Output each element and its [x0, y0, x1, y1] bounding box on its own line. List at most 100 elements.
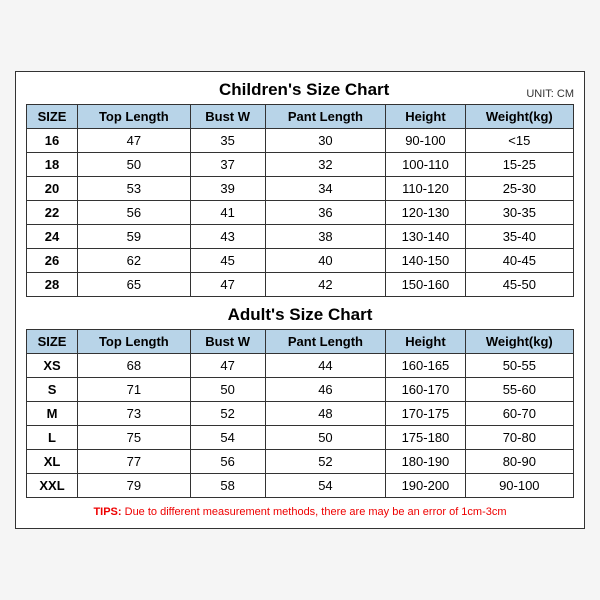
- table-cell: M: [27, 402, 78, 426]
- table-cell: 45-50: [465, 273, 573, 297]
- table-cell: 41: [190, 201, 265, 225]
- table-cell: 90-100: [386, 129, 465, 153]
- table-row: 28654742150-16045-50: [27, 273, 574, 297]
- table-cell: XS: [27, 354, 78, 378]
- children-title: Children's Size Chart: [86, 80, 522, 100]
- table-cell: S: [27, 378, 78, 402]
- adult-col-height: Height: [386, 330, 465, 354]
- table-cell: 25-30: [465, 177, 573, 201]
- adult-table-body: XS684744160-16550-55S715046160-17055-60M…: [27, 354, 574, 498]
- table-cell: 15-25: [465, 153, 573, 177]
- table-cell: 68: [78, 354, 191, 378]
- adult-col-weight: Weight(kg): [465, 330, 573, 354]
- adult-title: Adult's Size Chart: [26, 305, 574, 325]
- table-row: 22564136120-13030-35: [27, 201, 574, 225]
- table-cell: 70-80: [465, 426, 573, 450]
- table-cell: 56: [78, 201, 191, 225]
- table-cell: 35: [190, 129, 265, 153]
- tips-row: TIPS: Due to different measurement metho…: [26, 506, 574, 518]
- table-cell: 35-40: [465, 225, 573, 249]
- adult-col-top: Top Length: [78, 330, 191, 354]
- table-cell: 150-160: [386, 273, 465, 297]
- table-cell: 59: [78, 225, 191, 249]
- adult-col-size: SIZE: [27, 330, 78, 354]
- table-cell: 24: [27, 225, 78, 249]
- table-cell: 26: [27, 249, 78, 273]
- adult-header-row: SIZE Top Length Bust W Pant Length Heigh…: [27, 330, 574, 354]
- table-cell: 175-180: [386, 426, 465, 450]
- table-cell: 45: [190, 249, 265, 273]
- table-cell: 47: [190, 354, 265, 378]
- table-cell: 40-45: [465, 249, 573, 273]
- table-cell: 140-150: [386, 249, 465, 273]
- table-cell: 54: [190, 426, 265, 450]
- table-cell: 50: [78, 153, 191, 177]
- children-col-top: Top Length: [78, 105, 191, 129]
- table-cell: 180-190: [386, 450, 465, 474]
- table-cell: 77: [78, 450, 191, 474]
- table-cell: 110-120: [386, 177, 465, 201]
- table-row: 26624540140-15040-45: [27, 249, 574, 273]
- table-cell: 75: [78, 426, 191, 450]
- table-cell: L: [27, 426, 78, 450]
- table-cell: 47: [78, 129, 191, 153]
- table-cell: 30-35: [465, 201, 573, 225]
- table-cell: XXL: [27, 474, 78, 498]
- table-row: XL775652180-19080-90: [27, 450, 574, 474]
- table-row: XS684744160-16550-55: [27, 354, 574, 378]
- table-cell: 43: [190, 225, 265, 249]
- children-table-body: 1647353090-100<1518503732100-11015-25205…: [27, 129, 574, 297]
- table-cell: 53: [78, 177, 191, 201]
- table-cell: 16: [27, 129, 78, 153]
- table-cell: 56: [190, 450, 265, 474]
- table-cell: 71: [78, 378, 191, 402]
- table-cell: 46: [265, 378, 386, 402]
- table-cell: 55-60: [465, 378, 573, 402]
- table-cell: 54: [265, 474, 386, 498]
- tips-label: TIPS:: [93, 506, 121, 518]
- table-row: 18503732100-11015-25: [27, 153, 574, 177]
- children-table: SIZE Top Length Bust W Pant Length Heigh…: [26, 104, 574, 297]
- tips-text: Due to different measurement methods, th…: [122, 506, 507, 518]
- table-cell: 44: [265, 354, 386, 378]
- table-cell: 80-90: [465, 450, 573, 474]
- table-cell: 160-165: [386, 354, 465, 378]
- table-cell: 50-55: [465, 354, 573, 378]
- table-row: 20533934110-12025-30: [27, 177, 574, 201]
- table-cell: 36: [265, 201, 386, 225]
- table-cell: 50: [190, 378, 265, 402]
- table-cell: XL: [27, 450, 78, 474]
- table-cell: 18: [27, 153, 78, 177]
- table-cell: 90-100: [465, 474, 573, 498]
- table-cell: 170-175: [386, 402, 465, 426]
- table-cell: 79: [78, 474, 191, 498]
- table-row: S715046160-17055-60: [27, 378, 574, 402]
- table-row: 24594338130-14035-40: [27, 225, 574, 249]
- table-cell: 37: [190, 153, 265, 177]
- table-cell: 22: [27, 201, 78, 225]
- table-cell: 32: [265, 153, 386, 177]
- table-cell: 38: [265, 225, 386, 249]
- children-header-row: SIZE Top Length Bust W Pant Length Heigh…: [27, 105, 574, 129]
- table-cell: 62: [78, 249, 191, 273]
- children-title-row: Children's Size Chart UNIT: CM: [26, 80, 574, 100]
- table-cell: 130-140: [386, 225, 465, 249]
- table-cell: 48: [265, 402, 386, 426]
- table-cell: 52: [265, 450, 386, 474]
- children-col-bust: Bust W: [190, 105, 265, 129]
- table-cell: 100-110: [386, 153, 465, 177]
- adult-table: SIZE Top Length Bust W Pant Length Heigh…: [26, 329, 574, 498]
- table-row: M735248170-17560-70: [27, 402, 574, 426]
- table-cell: 30: [265, 129, 386, 153]
- table-cell: 28: [27, 273, 78, 297]
- table-cell: 40: [265, 249, 386, 273]
- table-row: L755450175-18070-80: [27, 426, 574, 450]
- children-col-height: Height: [386, 105, 465, 129]
- table-cell: 39: [190, 177, 265, 201]
- children-col-weight: Weight(kg): [465, 105, 573, 129]
- table-cell: 34: [265, 177, 386, 201]
- table-cell: 120-130: [386, 201, 465, 225]
- table-cell: 58: [190, 474, 265, 498]
- table-cell: 160-170: [386, 378, 465, 402]
- table-cell: 50: [265, 426, 386, 450]
